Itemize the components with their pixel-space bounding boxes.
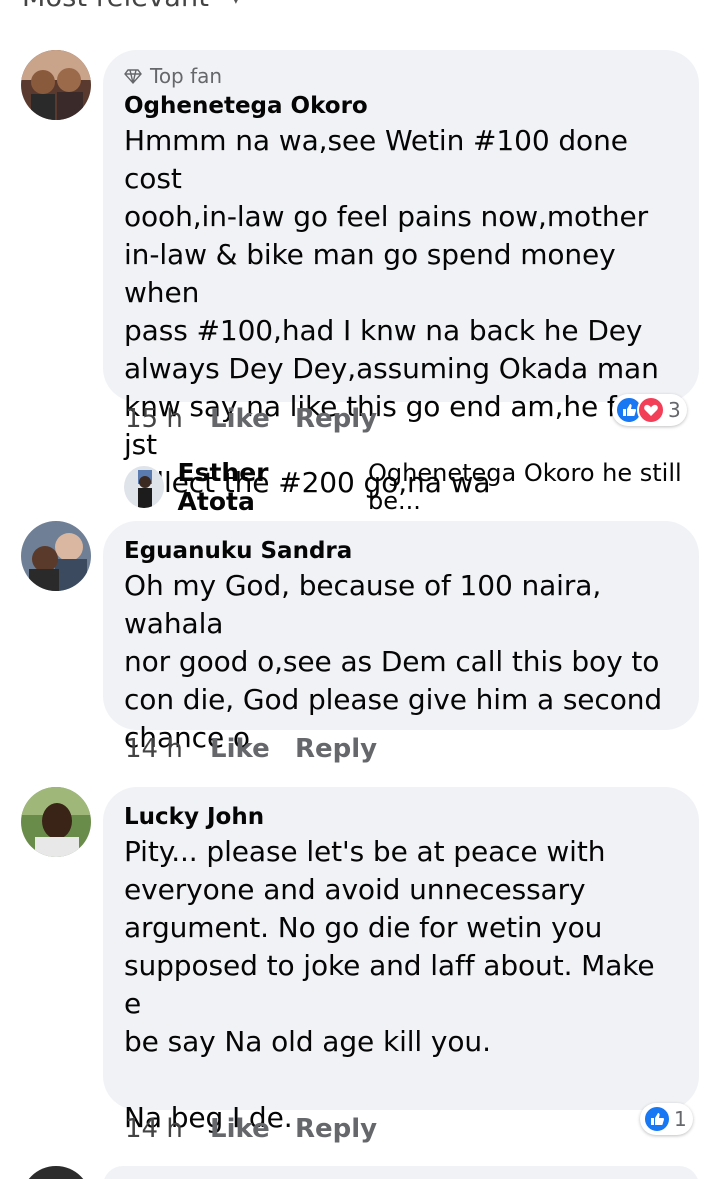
avatar[interactable]	[21, 521, 91, 591]
avatar[interactable]	[21, 50, 91, 120]
comment-text: Oh my God, because of 100 naira, wahala …	[124, 569, 663, 754]
reply-button[interactable]: Reply	[295, 734, 377, 764]
reply-snippet: Oghenetega Okoro he still be...	[368, 459, 682, 515]
reply-button[interactable]: Reply	[295, 1114, 377, 1144]
like-button[interactable]: Like	[210, 734, 295, 764]
like-button[interactable]: Like	[210, 404, 295, 434]
comment-text: Pity... please let's be at peace with ev…	[124, 835, 655, 1134]
comment-author[interactable]: Eguanuku Sandra	[124, 535, 677, 567]
chevron-down-icon: ▾	[232, 0, 240, 8]
badge-label: Top fan	[150, 64, 223, 88]
reaction-count: 3	[668, 398, 681, 422]
sort-label: Most relevant	[22, 0, 209, 13]
avatar	[124, 466, 164, 508]
comment-actions: 14 h Like Reply	[125, 734, 377, 764]
reaction-summary[interactable]: 3	[612, 394, 687, 426]
diamond-icon	[124, 69, 142, 85]
comment-bubble: Eguanuku Sandra Oh my God, because of 10…	[103, 521, 699, 754]
like-button[interactable]: Like	[210, 1114, 295, 1144]
comment-text: Hmmm na wa,see Wetin #100 done cost oooh…	[124, 124, 659, 499]
comment-bubble	[103, 1166, 699, 1179]
comment-bubble: Lucky John Pity... please let's be at pe…	[103, 787, 699, 1134]
top-fan-badge: Top fan	[124, 64, 677, 88]
reply-author[interactable]: Esther Atota	[178, 458, 345, 516]
comment-time[interactable]: 15 h	[125, 404, 210, 434]
comment-bubble: Top fan Oghenetega Okoro Hmmm na wa,see …	[103, 50, 699, 499]
avatar[interactable]	[21, 1166, 91, 1179]
reply-button[interactable]: Reply	[295, 404, 377, 434]
comment-author[interactable]: Lucky John	[124, 801, 677, 833]
reaction-summary[interactable]: 1	[640, 1103, 693, 1135]
sort-dropdown[interactable]: Most relevant ▾	[22, 0, 240, 13]
avatar[interactable]	[21, 787, 91, 857]
comment-actions: 15 h Like Reply	[125, 404, 377, 434]
comment-time[interactable]: 14 h	[125, 734, 210, 764]
reaction-count: 1	[674, 1107, 687, 1131]
thumbs-up-icon	[643, 1105, 671, 1133]
comment-time[interactable]: 14 h	[125, 1114, 210, 1144]
comment-actions: 14 h Like Reply	[125, 1114, 377, 1144]
heart-icon	[637, 396, 665, 424]
reply-preview[interactable]: Esther Atota Oghenetega Okoro he still b…	[124, 458, 720, 516]
comment-author[interactable]: Oghenetega Okoro	[124, 90, 677, 122]
